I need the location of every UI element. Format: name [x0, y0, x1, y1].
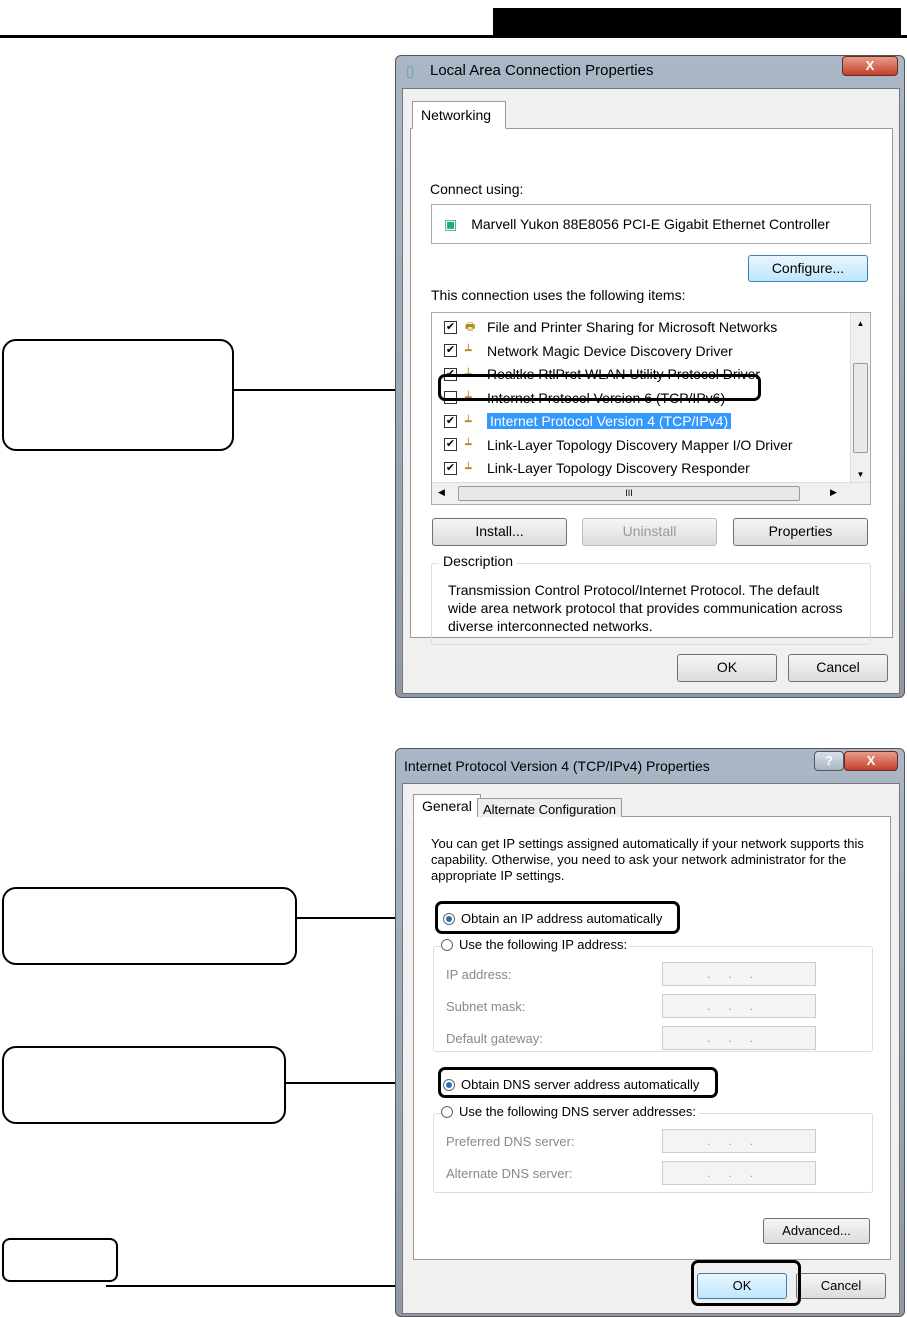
- advanced-button[interactable]: Advanced...: [763, 1218, 870, 1244]
- network-icon: ▯: [406, 63, 415, 80]
- protocol-icon: ┷: [465, 345, 472, 357]
- intro-text: You can get IP settings assigned automat…: [431, 836, 864, 883]
- item-label: Link-Layer Topology Discovery Mapper I/O…: [487, 436, 793, 453]
- callout-box-obtain-dns: [2, 1046, 286, 1124]
- ip-address-field[interactable]: ...: [662, 962, 816, 986]
- hscroll-thumb[interactable]: III: [458, 486, 800, 501]
- header-bar: [493, 8, 901, 36]
- highlight-obtain-ip: [435, 901, 680, 934]
- protocol-icon: ┷: [465, 415, 472, 428]
- ip-address-label: IP address:: [446, 967, 512, 982]
- checkbox[interactable]: ✔: [444, 438, 457, 451]
- ok-button[interactable]: OK: [677, 654, 777, 682]
- cancel-button[interactable]: Cancel: [796, 1273, 886, 1299]
- close-button[interactable]: X: [842, 56, 898, 76]
- close-button[interactable]: X: [844, 751, 898, 771]
- list-item[interactable]: ✔ ┷ Link-Layer Topology Discovery Mapper I…: [444, 434, 793, 456]
- list-item[interactable]: ✔ ┷ Internet Protocol Version 4 (TCP/IPv4): [444, 410, 732, 432]
- use-dns-label: Use the following DNS server addresses:: [459, 1104, 696, 1119]
- scroll-left-icon[interactable]: ◀: [438, 487, 445, 498]
- protocol-icon: ┷: [465, 439, 472, 451]
- properties-button[interactable]: Properties: [733, 518, 868, 546]
- checkbox[interactable]: ✔: [444, 320, 457, 334]
- use-ip-radio[interactable]: Use the following IP address:: [441, 937, 631, 952]
- install-button[interactable]: Install...: [432, 518, 567, 546]
- checkbox[interactable]: ✔: [444, 344, 457, 357]
- radio-unselected-icon[interactable]: [441, 939, 453, 951]
- scroll-right-icon[interactable]: ▶: [830, 487, 837, 498]
- dialog-title: Internet Protocol Version 4 (TCP/IPv4) P…: [404, 758, 710, 774]
- alternate-dns-field[interactable]: ...: [662, 1161, 816, 1185]
- alternate-dns-label: Alternate DNS server:: [446, 1166, 573, 1181]
- highlight-ipv4: [438, 374, 761, 401]
- cancel-button[interactable]: Cancel: [788, 654, 888, 682]
- list-item[interactable]: ✔ ┷ Network Magic Device Discovery Driver: [444, 340, 733, 362]
- callout-box-obtain-ip: [2, 887, 297, 965]
- use-ip-label: Use the following IP address:: [459, 937, 628, 952]
- connect-using-label: Connect using:: [430, 181, 524, 197]
- checkbox[interactable]: ✔: [444, 461, 457, 475]
- default-gateway-label: Default gateway:: [446, 1031, 543, 1046]
- highlight-ok: [691, 1260, 801, 1306]
- uninstall-button[interactable]: Uninstall: [582, 518, 717, 546]
- printer-network-icon: 🖶: [465, 320, 476, 333]
- preferred-dns-field[interactable]: ...: [662, 1129, 816, 1153]
- checkbox[interactable]: ✔: [444, 414, 457, 428]
- scroll-down-icon[interactable]: ▼: [851, 470, 870, 479]
- list-item[interactable]: ✔ ┷ Link-Layer Topology Discovery Responde…: [444, 457, 750, 479]
- dialog-title: Local Area Connection Properties: [430, 62, 654, 79]
- item-label: Link-Layer Topology Discovery Responder: [487, 460, 750, 476]
- adapter-icon: ▣: [444, 215, 458, 232]
- protocol-icon: ┷: [465, 462, 472, 475]
- callout-box-ipv4: [2, 339, 234, 451]
- list-item[interactable]: ✔ 🖶 File and Printer Sharing for Microsoft…: [444, 316, 777, 338]
- item-label: Network Magic Device Discovery Driver: [487, 342, 733, 359]
- items-list[interactable]: ✔ 🖶 File and Printer Sharing for Microsoft…: [431, 312, 871, 505]
- default-gateway-field[interactable]: ...: [662, 1026, 816, 1050]
- adapter-field: ▣ Marvell Yukon 88E8056 PCI-E Gigabit Et…: [431, 204, 871, 244]
- scroll-thumb[interactable]: [853, 363, 868, 453]
- items-label: This connection uses the following items…: [431, 287, 686, 303]
- tab-alternate-configuration[interactable]: Alternate Configuration: [477, 798, 622, 817]
- dialog-client: General Alternate Configuration You can …: [402, 783, 900, 1314]
- use-dns-radio[interactable]: Use the following DNS server addresses:: [441, 1104, 699, 1119]
- item-label: File and Printer Sharing for Microsoft N…: [487, 319, 778, 335]
- preferred-dns-label: Preferred DNS server:: [446, 1134, 575, 1149]
- item-label: Internet Protocol Version 4 (TCP/IPv4): [487, 413, 732, 429]
- horizontal-scrollbar[interactable]: ◀ III ▶: [432, 482, 870, 504]
- tab-general[interactable]: General: [413, 794, 481, 818]
- help-button[interactable]: ?: [814, 751, 844, 771]
- radio-unselected-icon[interactable]: [441, 1106, 453, 1118]
- description-text: Transmission Control Protocol/Internet P…: [448, 582, 843, 634]
- subnet-mask-label: Subnet mask:: [446, 999, 526, 1014]
- adapter-name: Marvell Yukon 88E8056 PCI-E Gigabit Ethe…: [471, 216, 830, 232]
- header-rule: [0, 35, 907, 38]
- vertical-scrollbar[interactable]: ▲ ▼: [850, 313, 870, 483]
- configure-button[interactable]: Configure...: [748, 255, 868, 282]
- tab-networking[interactable]: Networking: [412, 101, 506, 129]
- scroll-up-icon[interactable]: ▲: [851, 319, 870, 328]
- ipv4-properties-dialog: Internet Protocol Version 4 (TCP/IPv4) P…: [395, 748, 905, 1317]
- subnet-mask-field[interactable]: ...: [662, 994, 816, 1018]
- description-label: Description: [439, 553, 518, 569]
- callout-box-ok: [2, 1238, 118, 1282]
- highlight-obtain-dns: [438, 1067, 718, 1098]
